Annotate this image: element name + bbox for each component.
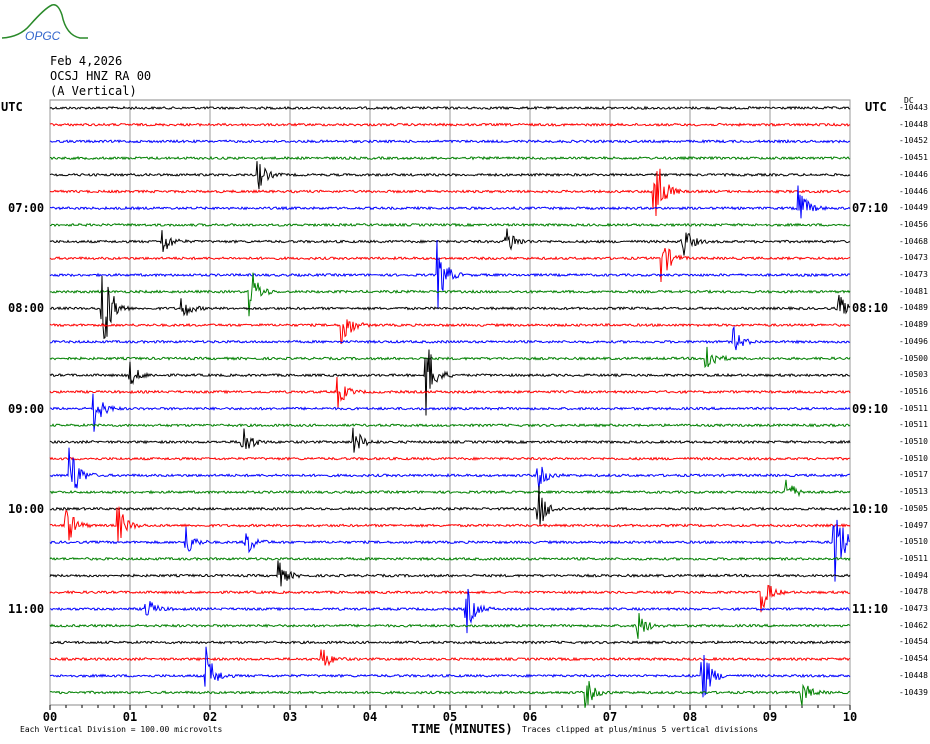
dc-offset-label: -10473: [899, 253, 928, 263]
dc-offset-label: -10446: [899, 169, 928, 179]
x-tick-label: 07: [602, 710, 618, 724]
dc-offset-label: -10510: [899, 437, 928, 446]
left-time-label: 07:00: [8, 201, 45, 216]
left-time-label: 09:00: [8, 401, 45, 416]
dc-offset-label: -10456: [899, 219, 928, 229]
dc-offset-label: -10510: [899, 453, 928, 463]
right-time-label: 10:10: [852, 501, 889, 516]
x-tick-label: 09: [762, 710, 778, 724]
dc-offset-label: -10500: [899, 353, 928, 363]
dc-offset-label: -10443: [899, 103, 928, 112]
x-axis-title: TIME (MINUTES): [411, 722, 513, 736]
dc-offset-label: -10454: [899, 654, 928, 664]
right-time-label: 07:10: [852, 201, 889, 216]
x-tick-label: 03: [282, 710, 298, 724]
dc-offset-label: -10513: [899, 487, 928, 497]
x-tick-label: 06: [522, 710, 538, 724]
dc-offset-label: -10446: [899, 186, 928, 196]
x-tick-label: 02: [202, 710, 218, 724]
dc-offset-label: -10517: [899, 470, 928, 480]
dc-offset-label: -10494: [899, 570, 928, 580]
x-tick-label: 10: [842, 710, 858, 724]
dc-offset-label: -10473: [899, 604, 928, 613]
clip-note: Traces clipped at plus/minus 5 vertical …: [522, 725, 759, 734]
dc-offset-label: -10489: [899, 320, 928, 330]
dc-offset-label: -10448: [899, 670, 928, 680]
dc-offset-label: -10496: [899, 336, 928, 346]
x-tick-label: 08: [682, 710, 698, 724]
left-time-label: 11:00: [8, 602, 45, 616]
dc-offset-label: -10511: [899, 403, 928, 413]
dc-offset-label: -10489: [899, 303, 928, 313]
dc-offset-label: -10462: [899, 620, 928, 630]
dc-offset-label: -10481: [899, 286, 928, 296]
dc-offset-label: -10448: [899, 119, 928, 129]
dc-offset-label: -10452: [899, 136, 928, 146]
left-time-label: 10:00: [8, 501, 45, 516]
helicorder-plot: [49, 99, 851, 710]
dc-offset-label: -10439: [899, 687, 928, 697]
right-time-label: 08:10: [852, 301, 889, 316]
right-time-label: 11:10: [852, 602, 889, 616]
dc-offset-label: -10454: [899, 637, 928, 647]
x-tick-label: 00: [42, 710, 58, 724]
dc-offset-label: -10510: [899, 537, 928, 547]
right-time-label: 09:10: [852, 401, 889, 416]
dc-offset-label: -10516: [899, 386, 928, 396]
dc-offset-label: -10505: [899, 503, 928, 513]
scale-note: Each Vertical Division = 100.00 microvol…: [20, 725, 223, 734]
dc-offset-label: -10449: [899, 203, 928, 213]
dc-offset-label: -10511: [899, 553, 928, 563]
dc-offset-label: -10497: [899, 520, 928, 530]
dc-offset-label: -10451: [899, 153, 928, 163]
dc-offset-label: -10503: [899, 370, 928, 380]
dc-offset-label: -10478: [899, 587, 928, 597]
x-tick-label: 01: [122, 710, 138, 724]
dc-offset-label: -10511: [899, 420, 928, 430]
dc-offset-label: -10468: [899, 236, 928, 246]
left-time-label: 08:00: [8, 301, 45, 316]
dc-offset-label: -10473: [899, 270, 928, 279]
x-tick-label: 04: [362, 710, 378, 724]
